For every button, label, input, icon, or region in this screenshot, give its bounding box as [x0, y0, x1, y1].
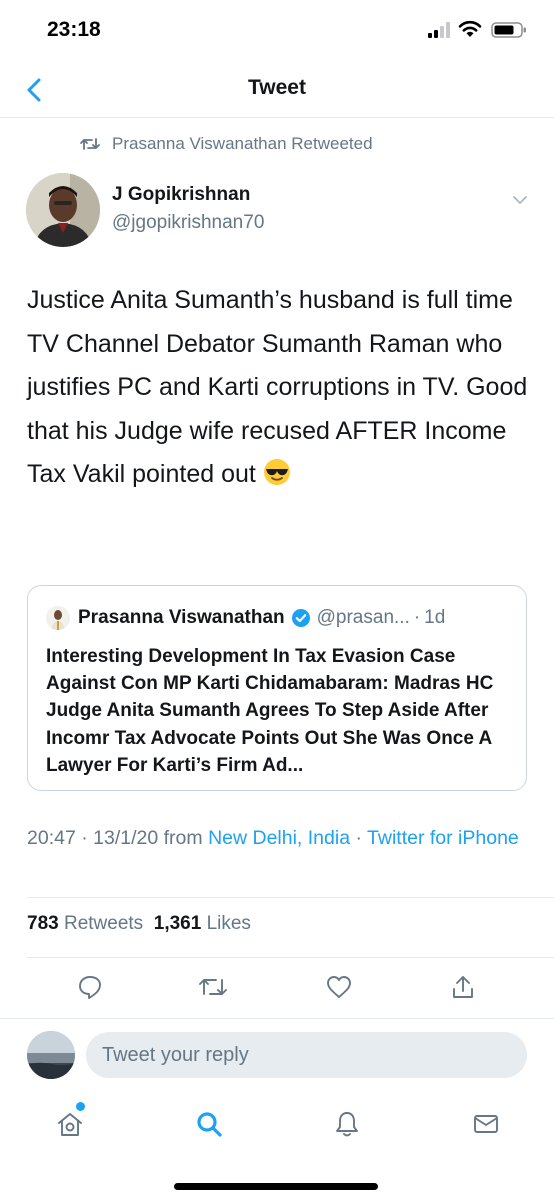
- retweets-stat[interactable]: 783 Retweets: [27, 913, 143, 934]
- tab-messages[interactable]: [466, 1104, 506, 1144]
- meta-from: from: [158, 827, 209, 849]
- page-title: Tweet: [248, 76, 306, 99]
- reply-button[interactable]: [72, 969, 108, 1005]
- search-icon: [197, 1112, 222, 1137]
- action-bar: [0, 965, 554, 1009]
- tweet-stats: 783 Retweets 1,361 Likes: [27, 913, 251, 935]
- author-name[interactable]: J Gopikrishnan: [112, 184, 250, 206]
- quoted-tweet-text: Interesting Development In Tax Evasion C…: [46, 646, 494, 776]
- tab-search[interactable]: [189, 1104, 229, 1144]
- verified-badge-icon: [291, 608, 311, 628]
- sunglasses-emoji-icon: [263, 457, 291, 501]
- notification-dot-icon: [76, 1102, 85, 1111]
- quoted-time: 1d: [424, 607, 446, 628]
- source-link[interactable]: Twitter for iPhone: [367, 827, 519, 849]
- retweets-label: Retweets: [63, 913, 144, 934]
- tweet-date: 13/1/20: [93, 827, 159, 849]
- quoted-tweet[interactable]: Prasanna Viswanathan @prasan... · 1d Int…: [27, 585, 527, 791]
- quoted-tweet-header: Prasanna Viswanathan @prasan... · 1d: [46, 606, 445, 630]
- chevron-down-icon: [513, 196, 527, 204]
- tweet-meta: 20:47 · 13/1/20 from New Delhi, India · …: [27, 824, 537, 852]
- meta-separator: ·: [350, 827, 368, 849]
- avatar[interactable]: [26, 173, 100, 247]
- retweet-context-label: Prasanna Viswanathan Retweeted: [112, 134, 373, 153]
- like-icon: [327, 976, 351, 998]
- tweet-time: 20:47: [27, 827, 76, 849]
- retweet-icon: [199, 979, 227, 995]
- like-button[interactable]: [321, 969, 357, 1005]
- likes-stat[interactable]: 1,361 Likes: [154, 913, 251, 934]
- quoted-separator: ·: [413, 607, 421, 628]
- retweet-context[interactable]: Prasanna Viswanathan Retweeted: [80, 134, 373, 154]
- quoted-avatar: [46, 606, 70, 630]
- share-icon: [453, 976, 473, 998]
- retweet-icon: [80, 136, 100, 152]
- reply-icon: [79, 976, 101, 999]
- divider: [27, 957, 554, 958]
- home-indicator[interactable]: [174, 1183, 378, 1190]
- tab-home[interactable]: [50, 1104, 90, 1144]
- more-options-button[interactable]: [506, 188, 534, 212]
- status-bar: 23:18: [0, 0, 554, 62]
- retweet-button[interactable]: [195, 969, 231, 1005]
- notifications-icon: [336, 1112, 358, 1137]
- author-handle[interactable]: @jgopikrishnan70: [112, 212, 264, 234]
- share-button[interactable]: [445, 969, 481, 1005]
- retweets-count: 783: [27, 913, 59, 934]
- tweet-text: Justice Anita Sumanth’s husband is full …: [27, 279, 537, 501]
- nav-bar: Tweet: [0, 62, 554, 118]
- location-link[interactable]: New Delhi, India: [208, 827, 350, 849]
- battery-icon: [491, 22, 526, 38]
- likes-count: 1,361: [153, 913, 202, 934]
- quoted-author-name: Prasanna Viswanathan: [78, 607, 285, 628]
- quoted-author-handle: @prasan...: [316, 607, 410, 628]
- reply-bar: Tweet your reply: [0, 1018, 554, 1092]
- status-time: 23:18: [47, 18, 101, 41]
- tab-notifications[interactable]: [327, 1104, 367, 1144]
- wifi-icon: [458, 20, 482, 37]
- user-avatar[interactable]: [27, 1031, 75, 1079]
- divider: [27, 897, 554, 898]
- messages-icon: [474, 1115, 498, 1133]
- home-icon: [58, 1113, 82, 1136]
- likes-label: Likes: [206, 913, 251, 934]
- signal-icon: [428, 22, 450, 38]
- meta-separator: ·: [75, 827, 94, 849]
- reply-input[interactable]: Tweet your reply: [86, 1032, 527, 1078]
